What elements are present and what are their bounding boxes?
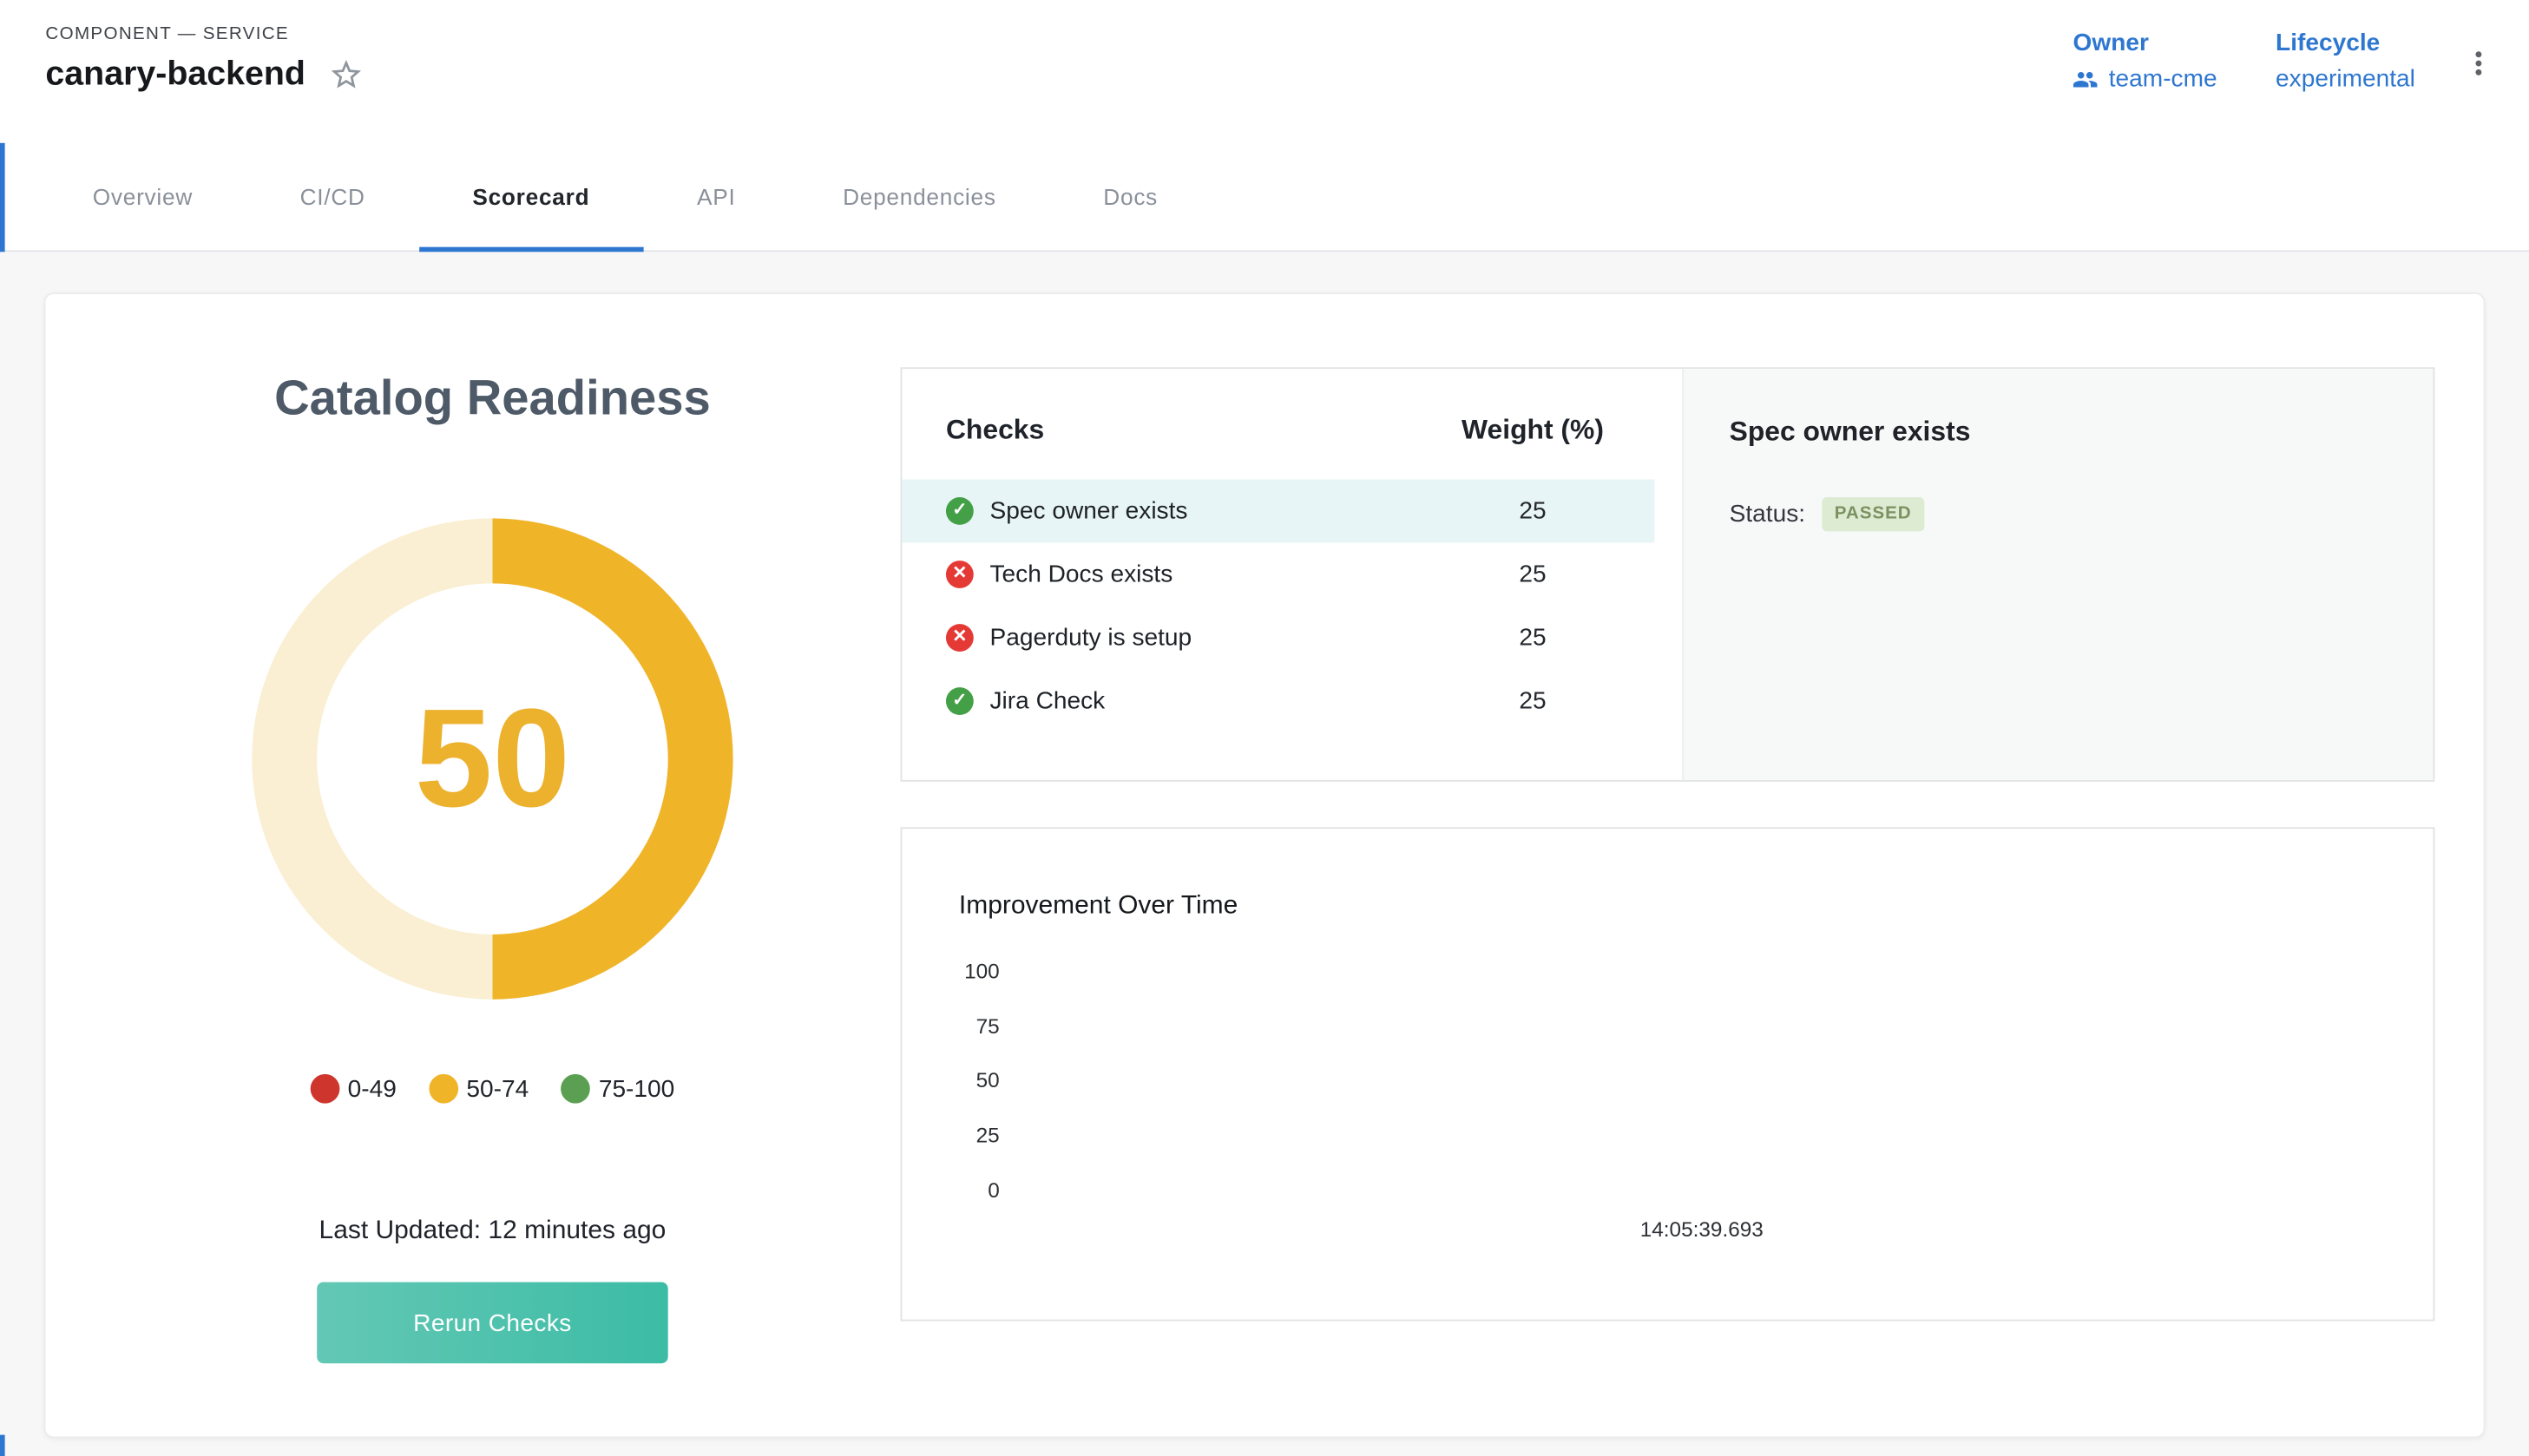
- left-edge-accent-top: [0, 143, 5, 252]
- tab-dependencies[interactable]: Dependencies: [789, 143, 1049, 251]
- check-name: Jira Check: [990, 687, 1106, 715]
- main-content: Catalog Readiness 50 0-49 50-74 75-100 Las…: [0, 252, 2529, 1456]
- check-weight: 25: [1411, 687, 1655, 715]
- x-axis-tick: 14:05:39.693: [1640, 1217, 1764, 1242]
- check-name: Tech Docs exists: [990, 561, 1173, 588]
- check-detail-panel: Spec owner exists Status: PASSED: [1682, 369, 2433, 780]
- checks-table-header: Checks Weight (%): [902, 369, 1682, 447]
- legend-item: 75-100: [562, 1074, 675, 1104]
- y-axis-tick: 25: [902, 1108, 999, 1163]
- scorecard-card: Catalog Readiness 50 0-49 50-74 75-100 Las…: [44, 292, 2486, 1438]
- y-axis-tick: 50: [902, 1053, 999, 1108]
- entity-header: COMPONENT — SERVICE canary-backend Owner…: [0, 0, 2529, 143]
- check-name: Pagerduty is setup: [990, 624, 1192, 652]
- rerun-checks-button[interactable]: Rerun Checks: [317, 1282, 668, 1364]
- owner-label: Owner: [2073, 30, 2217, 57]
- tab-api[interactable]: API: [643, 143, 789, 251]
- owner-value[interactable]: team-cme: [2109, 65, 2217, 93]
- people-icon: [2073, 66, 2099, 92]
- improvement-chart-panel: Improvement Over Time 1007550250 14:05:3…: [901, 827, 2435, 1321]
- score-panel: Catalog Readiness 50 0-49 50-74 75-100 Las…: [45, 294, 900, 1437]
- app: COMPONENT — SERVICE canary-backend Owner…: [0, 0, 2529, 1456]
- check-row[interactable]: ✕ Tech Docs exists 25: [902, 542, 1654, 606]
- legend-label: 75-100: [599, 1075, 674, 1103]
- check-row[interactable]: ✕ Pagerduty is setup 25: [902, 607, 1654, 670]
- y-axis-tick: 100: [902, 944, 999, 999]
- check-failed-icon: ✕: [946, 624, 974, 652]
- score-gauge: 50: [252, 518, 732, 999]
- score-value: 50: [415, 689, 570, 829]
- legend-dot: [429, 1074, 458, 1104]
- tab-ci-cd[interactable]: CI/CD: [246, 143, 419, 251]
- score-title: Catalog Readiness: [274, 372, 711, 428]
- legend-label: 0-49: [348, 1075, 397, 1103]
- status-badge: PASSED: [1822, 497, 1925, 531]
- left-edge-accent-bottom: [0, 1435, 5, 1456]
- owner-link[interactable]: team-cme: [2073, 65, 2217, 93]
- score-legend: 0-49 50-74 75-100: [311, 1074, 675, 1104]
- y-axis-tick: 0: [902, 1163, 999, 1217]
- checks-rows: ✓Spec owner exists25✕Tech Docs exists25✕…: [902, 479, 1682, 732]
- legend-label: 50-74: [466, 1075, 529, 1103]
- tab-scorecard[interactable]: Scorecard: [419, 143, 644, 251]
- check-passed-icon: ✓: [946, 687, 974, 715]
- lifecycle-label: Lifecycle: [2276, 30, 2415, 57]
- legend-item: 50-74: [429, 1074, 529, 1104]
- check-failed-icon: ✕: [946, 561, 974, 588]
- lifecycle-block: Lifecycle experimental: [2276, 30, 2415, 93]
- legend-item: 0-49: [311, 1074, 397, 1104]
- checks-panel: Checks Weight (%) ✓ Spec owner exists 25 ✕ T…: [901, 367, 2435, 782]
- check-name: Spec owner exists: [990, 497, 1188, 525]
- y-axis-tick: 75: [902, 999, 999, 1053]
- last-updated-text: Last Updated: 12 minutes ago: [319, 1217, 667, 1247]
- legend-dot: [562, 1074, 591, 1104]
- favorite-star-icon[interactable]: [328, 57, 364, 93]
- check-passed-icon: ✓: [946, 497, 974, 525]
- owner-block: Owner team-cme: [2073, 30, 2217, 93]
- tab-bar: OverviewCI/CDScorecardAPIDependenciesDoc…: [0, 143, 2529, 252]
- tab-docs[interactable]: Docs: [1050, 143, 1212, 251]
- check-weight: 25: [1411, 624, 1655, 652]
- check-detail-title: Spec owner exists: [1730, 416, 2388, 448]
- check-weight: 25: [1411, 497, 1655, 525]
- check-weight: 25: [1411, 561, 1655, 588]
- more-options-icon[interactable]: [2460, 45, 2496, 81]
- tab-overview[interactable]: Overview: [39, 143, 246, 251]
- checks-column: Checks Weight (%) ✓ Spec owner exists 25 ✕ T…: [901, 294, 2484, 1437]
- status-label: Status:: [1730, 501, 1805, 528]
- checks-column-header: Checks: [946, 415, 1044, 447]
- checks-table: Checks Weight (%) ✓ Spec owner exists 25 ✕ T…: [902, 369, 1682, 780]
- weight-column-header: Weight (%): [1411, 415, 1655, 447]
- page-title: canary-backend: [45, 56, 305, 95]
- check-row[interactable]: ✓ Jira Check 25: [902, 670, 1654, 733]
- chart-title: Improvement Over Time: [959, 892, 1238, 921]
- chart-y-axis: 1007550250: [902, 944, 999, 1217]
- lifecycle-value[interactable]: experimental: [2276, 65, 2415, 93]
- check-row[interactable]: ✓ Spec owner exists 25: [902, 479, 1654, 542]
- legend-dot: [311, 1074, 340, 1104]
